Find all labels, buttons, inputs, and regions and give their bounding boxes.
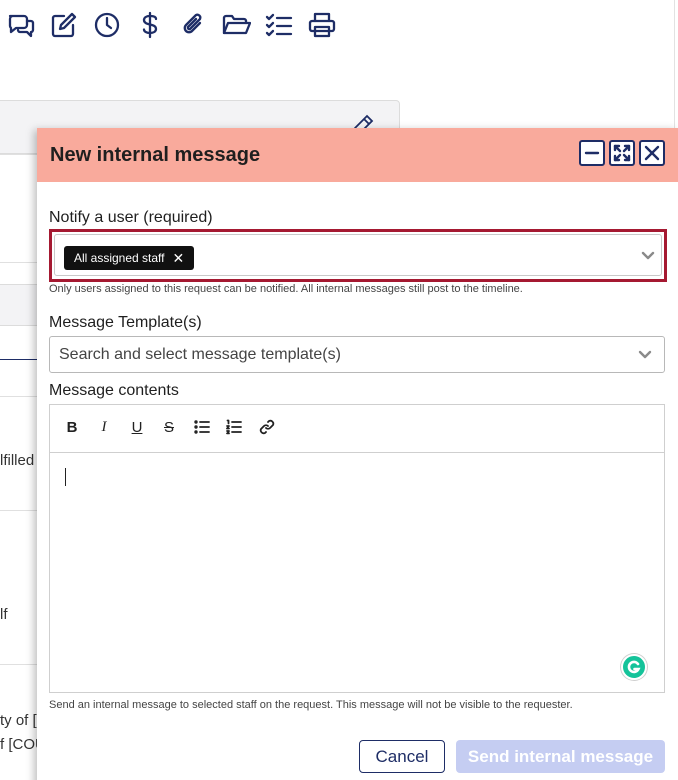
clock-icon[interactable] <box>90 8 124 42</box>
background-text: lf <box>0 606 8 623</box>
italic-button[interactable]: I <box>92 415 116 439</box>
checklist-icon[interactable] <box>262 8 296 42</box>
template-select[interactable]: Search and select message template(s) <box>49 336 665 373</box>
notify-field-focus-ring: All assigned staff ✕ <box>49 229 667 282</box>
notify-label: Notify a user (required) <box>49 209 213 226</box>
chevron-down-icon[interactable] <box>640 248 656 264</box>
background-text: ty of [ <box>0 712 37 729</box>
divider <box>0 510 40 511</box>
close-button[interactable] <box>639 140 665 166</box>
notify-user-select[interactable]: All assigned staff ✕ <box>54 234 662 276</box>
numbered-list-icon <box>226 419 242 435</box>
paperclip-icon[interactable] <box>176 8 210 42</box>
background-section-header <box>0 284 40 326</box>
link-button[interactable] <box>255 415 279 439</box>
divider <box>0 154 40 155</box>
bullet-list-icon <box>194 420 210 434</box>
folder-open-icon[interactable] <box>219 8 253 42</box>
request-toolbar <box>4 8 339 42</box>
printer-icon[interactable] <box>305 8 339 42</box>
editor-toolbar: B I U S <box>50 405 664 453</box>
chevron-down-icon[interactable] <box>637 347 653 363</box>
minimize-icon <box>584 151 600 155</box>
new-internal-message-dialog: New internal message Notify a user (requ… <box>37 128 678 780</box>
dialog-header: New internal message <box>37 128 678 182</box>
underline-button[interactable]: U <box>125 415 149 439</box>
numbered-list-button[interactable] <box>222 415 246 439</box>
divider <box>0 396 40 397</box>
template-placeholder: Search and select message template(s) <box>59 346 341 363</box>
grammarly-icon[interactable] <box>621 654 647 680</box>
notify-help-text: Only users assigned to this request can … <box>49 283 523 295</box>
message-editor: B I U S <box>49 404 665 693</box>
edit-note-icon[interactable] <box>47 8 81 42</box>
cancel-button[interactable]: Cancel <box>359 740 445 773</box>
selected-user-chip: All assigned staff ✕ <box>64 246 195 270</box>
chat-bubbles-icon[interactable] <box>4 8 38 42</box>
send-internal-message-button[interactable]: Send internal message <box>456 740 665 773</box>
expand-icon <box>613 144 631 162</box>
chip-remove-icon[interactable]: ✕ <box>173 251 185 265</box>
divider <box>0 664 40 665</box>
expand-button[interactable] <box>609 140 635 166</box>
close-icon <box>644 145 660 161</box>
divider <box>0 262 40 263</box>
contents-help-text: Send an internal message to selected sta… <box>49 699 573 711</box>
strikethrough-button[interactable]: S <box>157 415 181 439</box>
background-text: lfilled <box>0 452 35 469</box>
message-text-area[interactable] <box>50 454 664 692</box>
bold-button[interactable]: B <box>60 415 84 439</box>
link-icon <box>259 419 275 435</box>
divider <box>0 359 40 360</box>
template-label: Message Template(s) <box>49 314 202 331</box>
background-text: f [COU <box>0 736 40 753</box>
minimize-button[interactable] <box>579 140 605 166</box>
chip-label: All assigned staff <box>74 251 165 265</box>
dialog-title: New internal message <box>50 144 261 166</box>
text-caret <box>65 468 66 486</box>
contents-label: Message contents <box>49 382 179 399</box>
dollar-icon[interactable] <box>133 8 167 42</box>
bullet-list-button[interactable] <box>190 415 214 439</box>
